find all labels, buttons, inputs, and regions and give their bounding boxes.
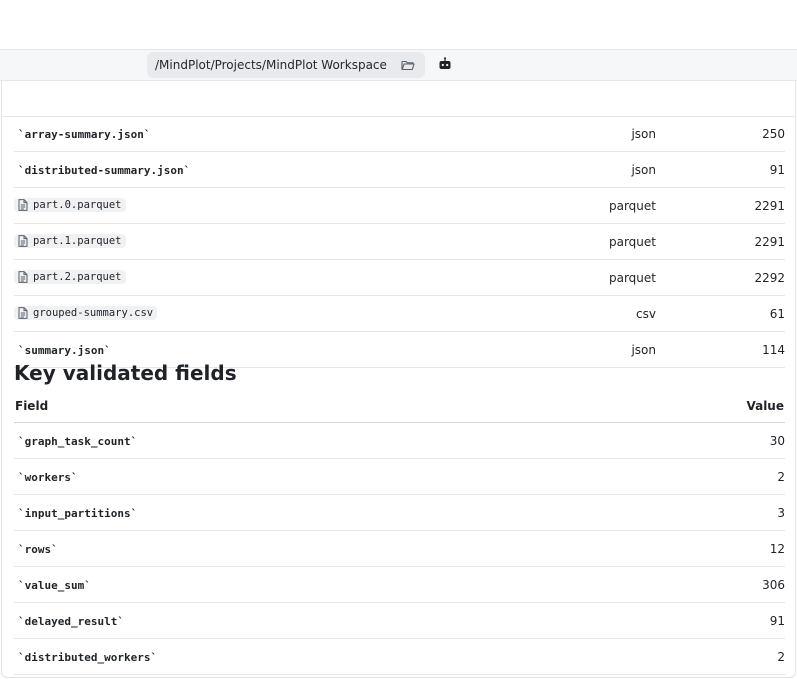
- file-type: parquet: [556, 223, 656, 260]
- field-name-cell: `distributed_workers`: [14, 638, 622, 675]
- folder-open-icon[interactable]: [399, 56, 417, 74]
- field-row: `value_sum` 306: [14, 566, 785, 603]
- file-size: 2291: [656, 223, 785, 260]
- col-field-header: Field: [14, 390, 622, 423]
- file-name-code: `distributed-summary.json`: [18, 163, 191, 177]
- field-name: `input_partitions`: [18, 506, 138, 520]
- path-text: /MindPlot/Projects/MindPlot Workspace: [155, 58, 387, 72]
- file-name-cell: grouped-summary.csv: [14, 295, 556, 332]
- field-name: `workers`: [18, 470, 78, 484]
- robot-icon: [438, 56, 452, 75]
- path-bar: /MindPlot/Projects/MindPlot Workspace: [0, 49, 797, 81]
- file-row[interactable]: `array-summary.json` json 250: [14, 116, 785, 152]
- file-type: parquet: [556, 187, 656, 224]
- file-row[interactable]: grouped-summary.csv csv 61: [14, 295, 785, 332]
- field-name-cell: `value_sum`: [14, 566, 622, 603]
- field-value: 3: [621, 494, 785, 531]
- file-row[interactable]: part.2.parquet parquet 2292: [14, 259, 785, 296]
- field-name: `rows`: [18, 542, 58, 556]
- file-name-code: `summary.json`: [18, 343, 111, 357]
- file-row[interactable]: `distributed-summary.json` json 91: [14, 151, 785, 188]
- field-name-cell: `delayed_result`: [14, 602, 622, 639]
- file-chip[interactable]: part.0.parquet: [14, 197, 126, 212]
- field-row: `delayed_result` 91: [14, 602, 785, 639]
- file-icon: [18, 234, 28, 247]
- file-name: grouped-summary.csv: [33, 306, 154, 319]
- field-row: `input_partitions` 3: [14, 494, 785, 531]
- field-name-cell: `graph_task_count`: [14, 422, 622, 459]
- file-type: json: [556, 151, 656, 188]
- file-chip[interactable]: part.1.parquet: [14, 233, 126, 248]
- field-row: `rows` 12: [14, 530, 785, 567]
- field-name: `distributed_workers`: [18, 650, 158, 664]
- field-name: `value_sum`: [18, 578, 91, 592]
- file-name-cell: `distributed-summary.json`: [14, 151, 556, 188]
- field-value: 2: [621, 638, 785, 675]
- file-icon: [18, 306, 28, 319]
- section-heading: Key validated fields: [14, 361, 237, 385]
- file-name-cell: part.2.parquet: [14, 259, 556, 296]
- file-type: json: [556, 331, 656, 368]
- file-name-cell: part.1.parquet: [14, 223, 556, 260]
- top-band: [0, 0, 797, 49]
- field-name-cell: `workers`: [14, 458, 622, 495]
- file-size: 2292: [656, 259, 785, 296]
- file-name: part.2.parquet: [33, 270, 122, 283]
- field-row: `workers` 2: [14, 458, 785, 495]
- field-row: `distributed_workers` 2: [14, 638, 785, 675]
- path-pill[interactable]: /MindPlot/Projects/MindPlot Workspace: [147, 52, 425, 78]
- file-type: csv: [556, 295, 656, 332]
- field-value: 12: [621, 530, 785, 567]
- file-name-cell: `array-summary.json`: [14, 116, 556, 152]
- panel-toolbar: [2, 81, 795, 117]
- field-row: `graph_task_count` 30: [14, 422, 785, 459]
- files-table: `array-summary.json` json 250 `distributed-…: [14, 116, 785, 368]
- file-size: 250: [656, 116, 785, 152]
- file-type: json: [556, 116, 656, 152]
- file-type: parquet: [556, 259, 656, 296]
- file-icon: [18, 198, 28, 211]
- file-chip[interactable]: grouped-summary.csv: [14, 305, 158, 320]
- file-name: part.0.parquet: [33, 198, 122, 211]
- field-name: `delayed_result`: [18, 614, 124, 628]
- file-size: 2291: [656, 187, 785, 224]
- field-value: 2: [621, 458, 785, 495]
- field-value: 306: [621, 566, 785, 603]
- file-row[interactable]: part.1.parquet parquet 2291: [14, 223, 785, 260]
- fields-header-row: Field Value: [14, 390, 785, 423]
- field-name-cell: `rows`: [14, 530, 622, 567]
- file-chip[interactable]: part.2.parquet: [14, 269, 126, 284]
- file-name-code: `array-summary.json`: [18, 127, 151, 141]
- content-panel: `array-summary.json` json 250 `distributed-…: [1, 81, 796, 678]
- field-value: 30: [621, 422, 785, 459]
- field-name: `graph_task_count`: [18, 434, 138, 448]
- file-name: part.1.parquet: [33, 234, 122, 247]
- bot-button[interactable]: [433, 53, 457, 77]
- file-size: 91: [656, 151, 785, 188]
- fields-table: Field Value `graph_task_count` 30 `workers…: [14, 390, 785, 675]
- col-value-header: Value: [621, 390, 785, 423]
- file-icon: [18, 270, 28, 283]
- file-size: 61: [656, 295, 785, 332]
- file-size: 114: [656, 331, 785, 368]
- field-value: 91: [621, 602, 785, 639]
- file-name-cell: part.0.parquet: [14, 187, 556, 224]
- field-name-cell: `input_partitions`: [14, 494, 622, 531]
- file-row[interactable]: part.0.parquet parquet 2291: [14, 187, 785, 224]
